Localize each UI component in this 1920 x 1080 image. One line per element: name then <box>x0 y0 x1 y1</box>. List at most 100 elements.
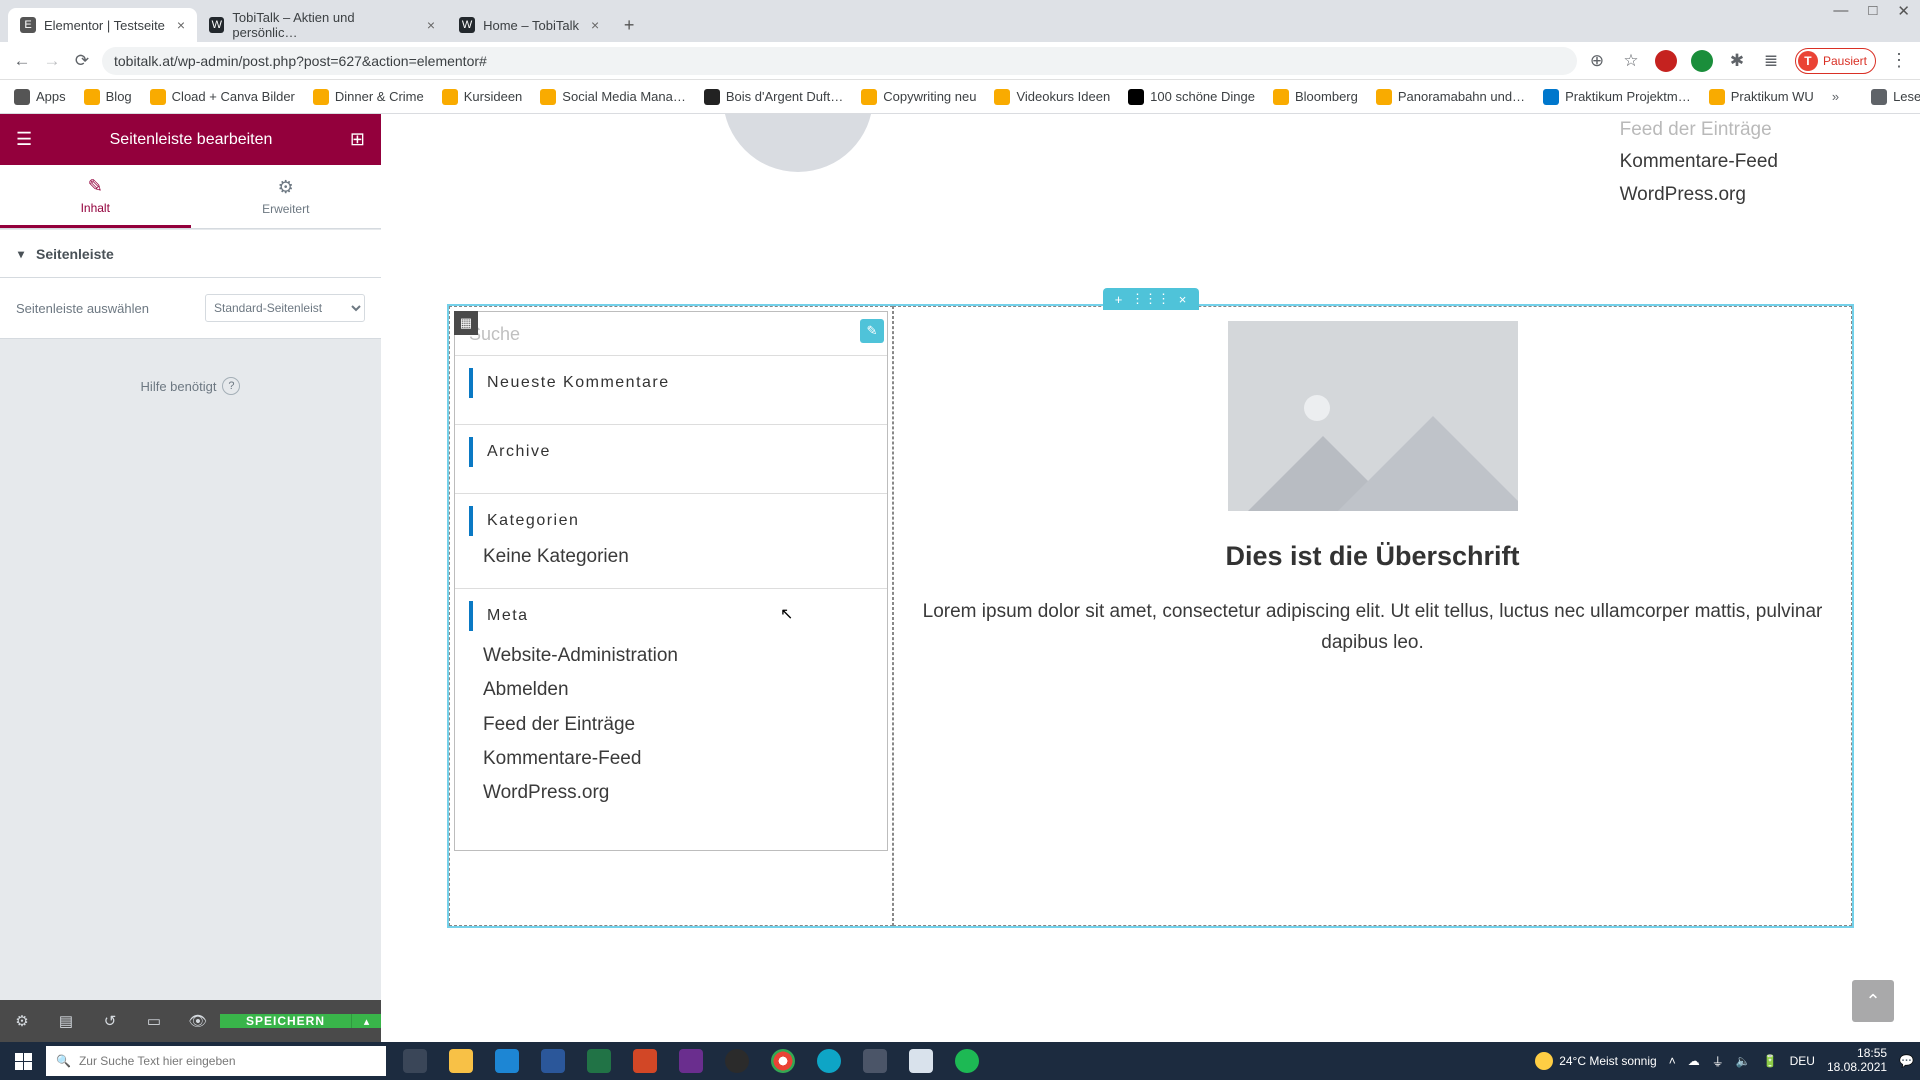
meta-link[interactable]: WordPress.org <box>469 776 873 810</box>
bookmark-overflow[interactable]: » <box>1832 89 1839 104</box>
save-button[interactable]: SPEICHERN <box>220 1014 351 1028</box>
extensions-menu-icon[interactable]: ✱ <box>1727 51 1747 71</box>
window-minimize[interactable]: — <box>1833 2 1848 20</box>
word-icon[interactable] <box>530 1042 576 1080</box>
onedrive-icon[interactable]: ☁ <box>1688 1054 1700 1068</box>
excel-icon[interactable] <box>576 1042 622 1080</box>
mail-icon[interactable] <box>484 1042 530 1080</box>
taskbar-search[interactable]: 🔍 Zur Suche Text hier eingeben <box>46 1046 386 1076</box>
settings-icon[interactable]: ⚙ <box>0 1012 44 1030</box>
navigator-icon[interactable]: ▤ <box>44 1012 88 1030</box>
tab-advanced[interactable]: ⚙ Erweitert <box>191 165 382 228</box>
delete-section-icon[interactable]: × <box>1167 288 1199 310</box>
bookmark-item[interactable]: Panoramabahn und… <box>1376 89 1525 105</box>
sidebar-link[interactable]: WordPress.org <box>1620 179 1778 211</box>
start-button[interactable] <box>0 1042 46 1080</box>
bookmark-item[interactable]: Bois d'Argent Duft… <box>704 89 843 105</box>
bookmark-item[interactable]: Videokurs Ideen <box>994 89 1110 105</box>
taskview-icon[interactable] <box>392 1042 438 1080</box>
close-icon[interactable]: × <box>591 17 599 33</box>
responsive-icon[interactable]: ▭ <box>132 1012 176 1030</box>
obs-icon[interactable] <box>714 1042 760 1080</box>
search-input[interactable]: Suche <box>455 312 887 356</box>
bookmark-item[interactable]: Copywriting neu <box>861 89 976 105</box>
clock[interactable]: 18:55 18.08.2021 <box>1827 1047 1887 1075</box>
history-icon[interactable]: ↺ <box>88 1012 132 1030</box>
new-tab-button[interactable]: + <box>615 11 643 39</box>
edit-widget-icon[interactable]: ✎ <box>860 319 884 343</box>
chrome-icon[interactable] <box>760 1042 806 1080</box>
scroll-top-button[interactable]: ⌃ <box>1852 980 1894 1022</box>
tab-content[interactable]: ✎ Inhalt <box>0 165 191 228</box>
elementor-icon: E <box>20 17 36 33</box>
spotify-icon[interactable] <box>944 1042 990 1080</box>
readlist-icon[interactable]: ≣ <box>1761 51 1781 71</box>
meta-link[interactable]: Website-Administration <box>469 639 873 673</box>
app-icon[interactable] <box>668 1042 714 1080</box>
sidebar-select[interactable]: Standard-Seitenleist <box>205 294 365 322</box>
bookmark-item[interactable]: Social Media Mana… <box>540 89 686 105</box>
tray-chevron-icon[interactable]: ˄ <box>1669 1054 1676 1068</box>
add-section-icon[interactable]: + <box>1103 288 1135 310</box>
back-button[interactable]: ← <box>12 51 32 71</box>
help-link[interactable]: Hilfe benötigt ? <box>0 339 381 433</box>
sidebar-link[interactable]: Feed der Einträge <box>1620 114 1778 146</box>
bookmark-item[interactable]: Bloomberg <box>1273 89 1358 105</box>
wifi-icon[interactable]: ⏚ <box>1712 1053 1724 1070</box>
close-icon[interactable]: × <box>177 17 185 33</box>
url-input[interactable]: tobitalk.at/wp-admin/post.php?post=627&a… <box>102 47 1577 75</box>
drag-section-icon[interactable]: ⋮⋮⋮ <box>1135 288 1167 310</box>
app-icon[interactable] <box>852 1042 898 1080</box>
reload-button[interactable]: ⟳ <box>72 51 92 71</box>
language-indicator[interactable]: DEU <box>1790 1054 1815 1068</box>
bookmark-item[interactable]: Cload + Canva Bilder <box>150 89 295 105</box>
profile-label: Pausiert <box>1823 54 1867 68</box>
section-header[interactable]: ▾ Seitenleiste <box>0 230 381 278</box>
browser-tab[interactable]: W TobiTalk – Aktien und persönlic… × <box>197 8 447 42</box>
star-icon[interactable]: ☆ <box>1621 51 1641 71</box>
extension-icon[interactable] <box>1655 50 1677 72</box>
battery-icon[interactable]: 🔋 <box>1763 1054 1778 1068</box>
extension-icon[interactable] <box>1691 50 1713 72</box>
close-icon[interactable]: × <box>427 17 435 33</box>
profile-badge[interactable]: T Pausiert <box>1795 48 1876 74</box>
window-maximize[interactable]: □ <box>1868 2 1877 20</box>
forward-button[interactable]: → <box>42 51 62 71</box>
bookmark-item[interactable]: Dinner & Crime <box>313 89 424 105</box>
meta-link[interactable]: Abmelden <box>469 673 873 707</box>
column-handle-icon[interactable]: ▦ <box>454 311 478 335</box>
explorer-icon[interactable] <box>438 1042 484 1080</box>
notifications-icon[interactable]: 💬 <box>1899 1054 1914 1068</box>
volume-icon[interactable]: 🔈 <box>1736 1054 1751 1068</box>
section-toolbar: + ⋮⋮⋮ × <box>1103 288 1199 310</box>
preview-icon[interactable]: 👁 <box>176 1012 220 1030</box>
browser-tab[interactable]: W Home – TobiTalk × <box>447 8 611 42</box>
bookmark-item[interactable]: Kursideen <box>442 89 523 105</box>
elementor-section[interactable]: + ⋮⋮⋮ × ▦ ✎ Suche Neueste Kommentare Arc… <box>447 304 1854 928</box>
browser-tab[interactable]: E Elementor | Testseite × <box>8 8 197 42</box>
zoom-icon[interactable]: ⊕ <box>1587 51 1607 71</box>
column-main[interactable]: Dies ist die Überschrift Lorem ipsum dol… <box>893 306 1852 926</box>
save-options-button[interactable]: ▴ <box>351 1014 381 1028</box>
meta-link[interactable]: Kommentare-Feed <box>469 742 873 776</box>
weather-widget[interactable]: 24°C Meist sonnig <box>1535 1052 1657 1070</box>
bookmark-item[interactable]: Blog <box>84 89 132 105</box>
window-close[interactable]: ✕ <box>1897 2 1910 20</box>
bookmark-item[interactable]: 100 schöne Dinge <box>1128 89 1255 105</box>
column-sidebar[interactable]: ▦ ✎ Suche Neueste Kommentare Archive Kat… <box>449 306 893 926</box>
bookmark-item[interactable]: Praktikum Projektm… <box>1543 89 1691 105</box>
widget-grid-icon[interactable]: ⊞ <box>350 129 365 150</box>
bookmark-item[interactable]: Praktikum WU <box>1709 89 1814 105</box>
sidebar-link[interactable]: Kommentare-Feed <box>1620 146 1778 178</box>
menu-icon[interactable]: ☰ <box>16 129 32 150</box>
edge-icon[interactable] <box>806 1042 852 1080</box>
sidebar-widget[interactable]: Suche Neueste Kommentare Archive Kategor… <box>454 311 888 851</box>
clock-date: 18.08.2021 <box>1827 1061 1887 1075</box>
editor-canvas[interactable]: Feed der Einträge Kommentare-Feed WordPr… <box>381 114 1920 1042</box>
meta-link[interactable]: Feed der Einträge <box>469 708 873 742</box>
notepad-icon[interactable] <box>898 1042 944 1080</box>
powerpoint-icon[interactable] <box>622 1042 668 1080</box>
chrome-menu-icon[interactable]: ⋮ <box>1890 50 1908 71</box>
readinglist-button[interactable]: Leseliste <box>1871 89 1920 105</box>
bookmark-item[interactable]: Apps <box>14 89 66 105</box>
